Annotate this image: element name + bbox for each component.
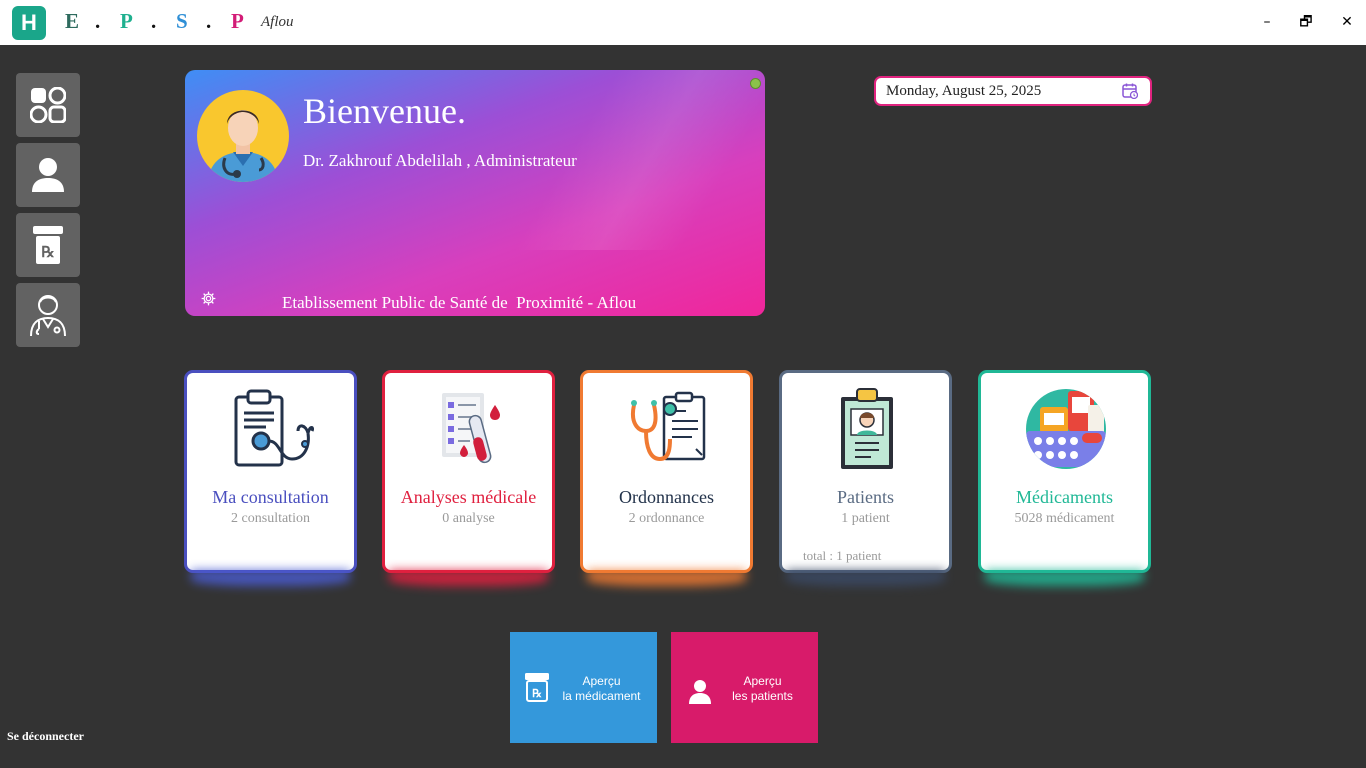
logout-link[interactable]: Se déconnecter: [7, 729, 84, 744]
prescription-stethoscope-icon: [631, 391, 706, 462]
card-title: Patients: [837, 487, 894, 507]
card-title: Ordonnances: [619, 487, 714, 507]
card-medicaments[interactable]: Médicaments 5028 médicament: [978, 370, 1151, 586]
brand-dot: .: [95, 9, 101, 33]
card-shadow: [985, 570, 1144, 586]
svg-text:℞: ℞: [532, 688, 542, 700]
user-icon: [689, 680, 711, 704]
brand-letter-e: E: [65, 9, 80, 33]
sidebar-item-patients[interactable]: [16, 143, 80, 207]
card-shadow: [389, 570, 548, 586]
clipboard-stethoscope-icon: [234, 389, 314, 467]
prescription-bottle-icon: ℞: [33, 226, 63, 264]
brand-letter-p2: P: [231, 9, 244, 33]
card-count: 5028 médicament: [1014, 511, 1115, 526]
card-shadow: [786, 570, 945, 586]
patient-id-card-icon: [841, 388, 893, 469]
brand-dot: .: [151, 9, 157, 33]
card-analyses[interactable]: Analyses médicale 0 analyse: [382, 370, 555, 586]
card-shadow: [587, 570, 746, 586]
tile-label-line1: Aperçu: [582, 674, 621, 688]
card-consultation[interactable]: Ma consultation 2 consultation: [184, 370, 357, 586]
welcome-card: Bienvenue. Dr. Zakhrouf Abdelilah , Admi…: [185, 70, 765, 316]
sidebar-item-doctor[interactable]: [16, 283, 80, 347]
brand-dot: .: [206, 9, 212, 33]
card-patients[interactable]: Patients 1 patient total : 1 patient: [779, 370, 952, 586]
medicine-pills-icon: [1026, 389, 1106, 469]
sidebar-item-medicaments[interactable]: ℞: [16, 213, 80, 277]
tile-label-line2: les patients: [732, 689, 793, 703]
doctor-icon: [30, 295, 66, 337]
online-status-dot: [750, 78, 761, 89]
title-bar: H E . P . S . P Aflou – 🗗 ✕: [0, 0, 1366, 45]
date-picker[interactable]: Monday, August 25, 2025: [874, 76, 1152, 106]
tile-label-line1: Aperçu: [743, 674, 782, 688]
close-button[interactable]: ✕: [1335, 10, 1359, 34]
overview-medicaments-button[interactable]: ℞ Aperçu la médicament: [510, 632, 657, 743]
card-shadow: [191, 570, 350, 586]
dashboard-icon: [30, 87, 66, 123]
card-count: 2 consultation: [231, 511, 310, 526]
minimize-button[interactable]: –: [1255, 10, 1279, 34]
patients-total: total : 1 patient: [803, 548, 882, 563]
app-city: Aflou: [261, 14, 294, 30]
user-icon: [32, 158, 64, 192]
welcome-user: Dr. Zakhrouf Abdelilah , Administrateur: [303, 151, 577, 170]
card-count: 2 ordonnance: [628, 511, 705, 526]
sidebar-item-dashboard[interactable]: [16, 73, 80, 137]
brand-letter-s: S: [176, 9, 188, 33]
tile-label-line2: la médicament: [562, 689, 641, 703]
welcome-title: Bienvenue.: [303, 91, 466, 131]
card-title: Médicaments: [1016, 487, 1113, 507]
tile-label: Aperçu la médicament: [550, 674, 653, 704]
card-count: 1 patient: [841, 511, 890, 526]
card-title: Ma consultation: [212, 487, 329, 507]
establishment-name: Etablissement Public de Santé de Proximi…: [282, 293, 637, 312]
date-value: Monday, August 25, 2025: [886, 83, 1042, 99]
svg-text:℞: ℞: [41, 244, 54, 261]
lab-test-icon: [442, 393, 500, 464]
card-ordonnances[interactable]: Ordonnances 2 ordonnance: [580, 370, 753, 586]
card-title: Analyses médicale: [400, 487, 537, 507]
prescription-bottle-icon: ℞: [525, 673, 549, 702]
app-logo: H: [12, 6, 46, 40]
card-count: 0 analyse: [442, 511, 495, 526]
settings-gear-icon[interactable]: [201, 291, 216, 306]
calendar-icon[interactable]: [1122, 83, 1138, 99]
brand-letter-p: P: [120, 9, 133, 33]
restore-button[interactable]: 🗗: [1294, 10, 1318, 34]
doctor-avatar: [197, 90, 289, 182]
overview-patients-button[interactable]: Aperçu les patients: [671, 632, 818, 743]
tile-label: Aperçu les patients: [711, 674, 814, 704]
